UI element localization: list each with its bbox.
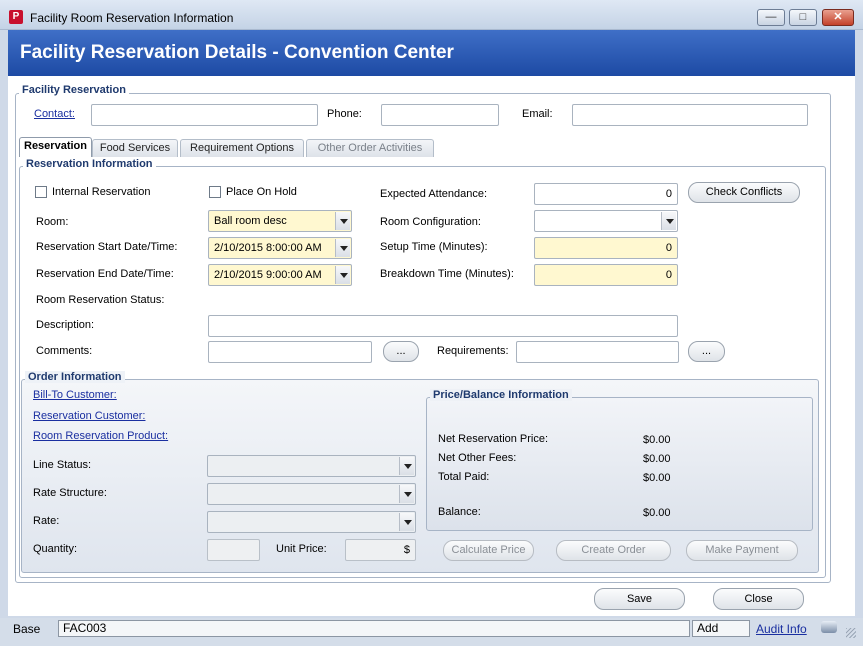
chevron-down-icon[interactable] <box>399 457 414 475</box>
total-paid-label: Total Paid: <box>438 471 490 483</box>
setup-time-field[interactable] <box>534 237 678 259</box>
window-title: Facility Room Reservation Information <box>30 11 234 25</box>
tab-other-order-activities[interactable]: Other Order Activities <box>306 139 434 157</box>
status-base-label: Base <box>13 622 41 636</box>
status-mode: Add <box>692 620 750 637</box>
make-payment-button[interactable]: Make Payment <box>686 540 798 561</box>
chevron-down-icon[interactable] <box>335 212 350 230</box>
order-information-legend: Order Information <box>25 371 125 383</box>
place-on-hold-label: Place On Hold <box>226 186 297 198</box>
contact-field[interactable] <box>91 104 318 126</box>
net-reservation-price-value: $0.00 <box>643 434 671 446</box>
comments-ellipsis-button[interactable]: ... <box>383 341 419 362</box>
room-label: Room: <box>36 216 69 228</box>
room-reservation-status-label: Room Reservation Status: <box>36 294 165 306</box>
description-label: Description: <box>36 319 95 331</box>
rate-structure-dropdown[interactable] <box>207 483 416 505</box>
room-value: Ball room desc <box>214 215 287 227</box>
tab-requirement-options[interactable]: Requirement Options <box>180 139 304 157</box>
reservation-end-label: Reservation End Date/Time: <box>36 268 174 280</box>
expected-attendance-field[interactable] <box>534 183 678 205</box>
bill-to-customer-link[interactable]: Bill-To Customer: <box>33 389 117 401</box>
reservation-end-value: 2/10/2015 9:00:00 AM <box>214 269 322 281</box>
help-icon[interactable] <box>821 621 837 633</box>
internal-reservation-label: Internal Reservation <box>52 186 151 198</box>
tab-reservation[interactable]: Reservation <box>19 137 92 157</box>
resize-grip-icon[interactable] <box>846 628 856 638</box>
reservation-customer-link[interactable]: Reservation Customer: <box>33 410 146 422</box>
reservation-start-label: Reservation Start Date/Time: <box>36 241 178 253</box>
chevron-down-icon[interactable] <box>399 485 414 503</box>
calculate-price-button[interactable]: Calculate Price <box>443 540 534 561</box>
header-banner: Facility Reservation Details - Conventio… <box>8 30 855 76</box>
audit-info-link[interactable]: Audit Info <box>756 622 807 636</box>
rate-label: Rate: <box>33 515 60 527</box>
unit-price-field[interactable] <box>345 539 416 561</box>
status-record-code: FAC003 <box>58 620 690 637</box>
window-close-icon[interactable]: ✕ <box>822 9 854 26</box>
quantity-label: Quantity: <box>33 543 78 555</box>
rate-dropdown[interactable] <box>207 511 416 533</box>
app-icon: P <box>9 10 23 24</box>
room-configuration-label: Room Configuration: <box>380 216 481 228</box>
phone-field[interactable] <box>381 104 499 126</box>
window-title-bar: P Facility Room Reservation Information … <box>0 0 863 30</box>
room-configuration-dropdown[interactable] <box>534 210 678 232</box>
chevron-down-icon[interactable] <box>335 266 350 284</box>
contact-link[interactable]: Contact: <box>34 108 75 120</box>
room-reservation-product-link[interactable]: Room Reservation Product: <box>33 430 168 442</box>
close-button[interactable]: Close <box>713 588 804 610</box>
email-label: Email: <box>522 108 553 120</box>
comments-field[interactable] <box>208 341 372 363</box>
chevron-down-icon[interactable] <box>335 239 350 257</box>
check-conflicts-button[interactable]: Check Conflicts <box>688 182 800 203</box>
tab-food-services[interactable]: Food Services <box>92 139 178 157</box>
chevron-down-icon[interactable] <box>661 212 676 230</box>
place-on-hold-checkbox[interactable] <box>209 186 221 198</box>
net-reservation-price-label: Net Reservation Price: <box>438 433 549 445</box>
description-field[interactable] <box>208 315 678 337</box>
reservation-information-legend: Reservation Information <box>23 158 156 170</box>
net-other-fees-label: Net Other Fees: <box>438 452 517 464</box>
line-status-dropdown[interactable] <box>207 455 416 477</box>
rate-structure-label: Rate Structure: <box>33 487 107 499</box>
facility-reservation-legend: Facility Reservation <box>19 84 129 96</box>
quantity-field[interactable] <box>207 539 260 561</box>
balance-value: $0.00 <box>643 507 671 519</box>
chevron-down-icon[interactable] <box>399 513 414 531</box>
email-field[interactable] <box>572 104 808 126</box>
create-order-button[interactable]: Create Order <box>556 540 671 561</box>
status-bar: Base FAC003 Add Audit Info <box>0 618 863 646</box>
setup-time-label: Setup Time (Minutes): <box>380 241 488 253</box>
expected-attendance-label: Expected Attendance: <box>380 188 488 200</box>
page-title: Facility Reservation Details - Conventio… <box>20 42 454 63</box>
requirements-label: Requirements: <box>437 345 509 357</box>
net-other-fees-value: $0.00 <box>643 453 671 465</box>
price-balance-legend: Price/Balance Information <box>430 389 572 401</box>
requirements-field[interactable] <box>516 341 679 363</box>
unit-price-label: Unit Price: <box>276 543 327 555</box>
requirements-ellipsis-button[interactable]: ... <box>688 341 725 362</box>
price-balance-group <box>426 397 813 531</box>
phone-label: Phone: <box>327 108 362 120</box>
line-status-label: Line Status: <box>33 459 92 471</box>
maximize-icon[interactable]: □ <box>789 9 817 26</box>
room-dropdown[interactable]: Ball room desc <box>208 210 352 232</box>
balance-label: Balance: <box>438 506 481 518</box>
minimize-icon[interactable]: — <box>757 9 785 26</box>
save-button[interactable]: Save <box>594 588 685 610</box>
reservation-start-datetime[interactable]: 2/10/2015 8:00:00 AM <box>208 237 352 259</box>
breakdown-time-label: Breakdown Time (Minutes): <box>380 268 514 280</box>
internal-reservation-checkbox[interactable] <box>35 186 47 198</box>
comments-label: Comments: <box>36 345 93 357</box>
reservation-end-datetime[interactable]: 2/10/2015 9:00:00 AM <box>208 264 352 286</box>
breakdown-time-field[interactable] <box>534 264 678 286</box>
reservation-start-value: 2/10/2015 8:00:00 AM <box>214 242 322 254</box>
total-paid-value: $0.00 <box>643 472 671 484</box>
